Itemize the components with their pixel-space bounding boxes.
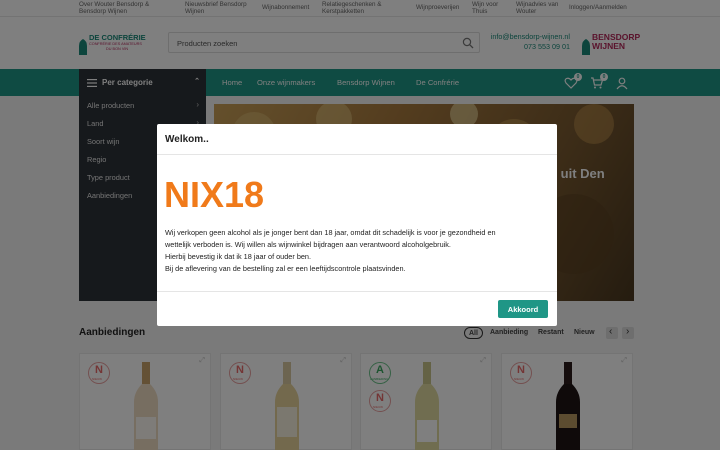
modal-title: Welkom.. — [165, 134, 209, 145]
modal-line-1: Wij verkopen geen alcohol als je jonger … — [165, 228, 496, 237]
modal-divider — [157, 154, 557, 155]
svg-text:NIX18: NIX18 — [164, 176, 264, 212]
modal-line-3: Hierbij bevestig ik dat ik 18 jaar of ou… — [165, 252, 312, 261]
modal-line-4: Bij de aflevering van de bestelling zal … — [165, 264, 406, 273]
nix18-logo: NIX18 — [164, 176, 264, 212]
age-verification-modal: Welkom.. NIX18 Wij verkopen geen alcohol… — [157, 124, 557, 326]
modal-divider — [157, 291, 557, 292]
accept-button[interactable]: Akkoord — [498, 300, 548, 318]
modal-line-2: wettelijk verboden is. Wij willen als wi… — [165, 240, 451, 249]
